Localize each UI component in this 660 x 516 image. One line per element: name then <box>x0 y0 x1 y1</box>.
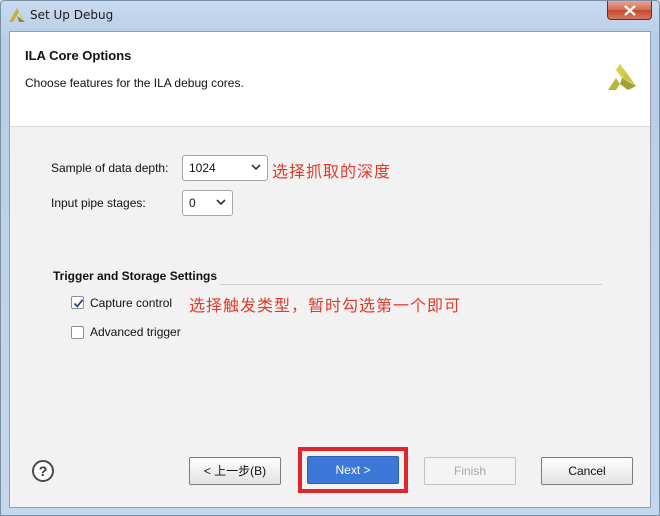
finish-button[interactable]: Finish <box>424 457 516 485</box>
capture-control-checkbox[interactable] <box>71 296 84 309</box>
chevron-down-icon <box>251 164 261 171</box>
dialog-content: ILA Core Options Choose features for the… <box>9 31 651 508</box>
help-button[interactable]: ? <box>32 460 54 482</box>
data-depth-select[interactable]: 1024 <box>182 155 268 181</box>
depth-annotation: 选择抓取的深度 <box>272 162 392 181</box>
next-button[interactable]: Next > <box>307 456 399 484</box>
section-title: Trigger and Storage Settings <box>53 269 218 283</box>
trigger-annotation: 选择触发类型，暂时勾选第一个即可 <box>189 296 462 315</box>
page-title: ILA Core Options <box>25 48 132 63</box>
close-icon <box>624 5 636 16</box>
vivado-brand-icon <box>608 64 636 90</box>
vivado-logo-icon <box>9 8 25 22</box>
page-subtitle: Choose features for the ILA debug cores. <box>25 76 244 90</box>
title-bar[interactable]: Set Up Debug <box>1 1 659 31</box>
cancel-button[interactable]: Cancel <box>541 457 633 485</box>
pipe-stages-select[interactable]: 0 <box>182 190 233 216</box>
pipe-stages-value: 0 <box>189 196 196 210</box>
data-depth-label: Sample of data depth: <box>51 161 169 175</box>
advanced-trigger-checkbox[interactable] <box>71 326 84 339</box>
section-divider <box>220 284 602 285</box>
window-title: Set Up Debug <box>30 8 114 22</box>
data-depth-value: 1024 <box>189 161 216 175</box>
capture-control-label[interactable]: Capture control <box>90 296 172 310</box>
back-button[interactable]: < 上一步(B) <box>189 457 281 485</box>
close-button[interactable] <box>607 1 652 20</box>
pipe-stages-label: Input pipe stages: <box>51 196 146 210</box>
advanced-trigger-label[interactable]: Advanced trigger <box>90 325 181 339</box>
setup-debug-window: Set Up Debug ILA Core Options Choose fea… <box>0 0 660 516</box>
checkmark-icon <box>73 299 84 308</box>
options-panel: Sample of data depth: 1024 选择抓取的深度 Input… <box>10 127 650 507</box>
chevron-down-icon <box>216 199 226 206</box>
page-header: ILA Core Options Choose features for the… <box>10 32 650 127</box>
